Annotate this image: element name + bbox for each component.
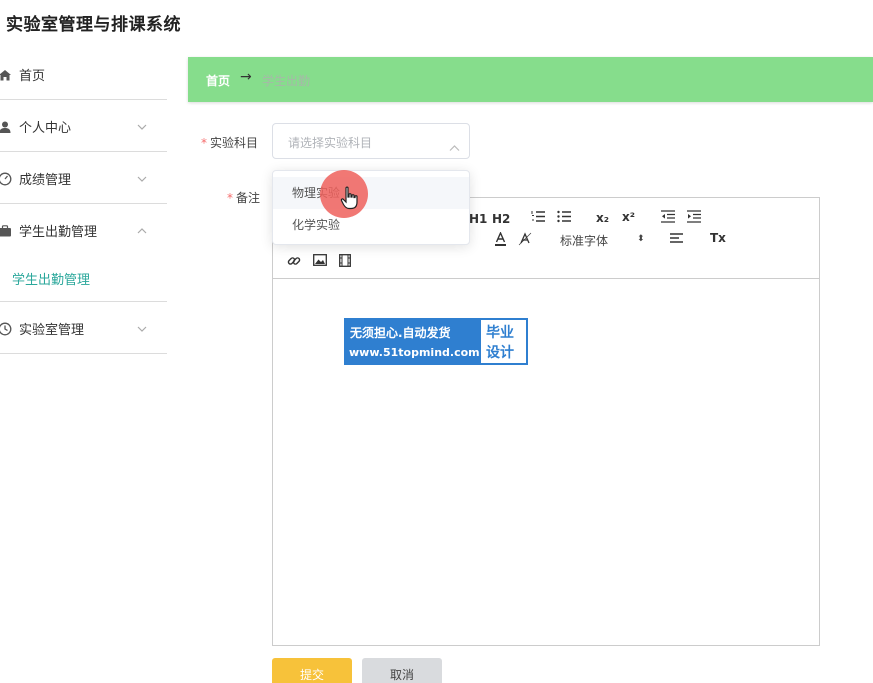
required-mark: * [201, 136, 207, 150]
watermark-line1: 无须担心.自动发货 [350, 326, 451, 340]
ordered-list-icon[interactable] [531, 210, 545, 223]
video-icon[interactable] [339, 254, 351, 267]
subject-label-text: 实验科目 [210, 136, 259, 150]
font-family-select[interactable]: 标准字体 [560, 232, 608, 249]
superscript-button[interactable]: x² [622, 210, 635, 224]
align-icon[interactable] [670, 233, 683, 245]
dropdown-option-chemistry[interactable]: 化学实验 [273, 209, 469, 241]
watermark-badge: 无须担心.自动发货 www.51topmind.com 毕业 设计 [344, 318, 528, 365]
outdent-icon[interactable] [661, 210, 675, 223]
heading1-button[interactable]: H1 [469, 212, 487, 226]
background-color-icon[interactable] [518, 232, 532, 246]
sidebar-subitem-attendance[interactable]: 学生出勤管理 [0, 256, 167, 302]
app-title: 实验室管理与排课系统 [6, 15, 181, 35]
watermark-side-line1: 毕业 [486, 325, 514, 341]
bullet-list-icon[interactable] [557, 210, 571, 223]
font-color-icon[interactable] [494, 232, 507, 246]
font-select-arrow-icon: ⬍ [637, 234, 645, 244]
watermark-side-line2: 设计 [486, 345, 514, 361]
watermark-side: 毕业 设计 [481, 320, 526, 363]
breadcrumb-separator: → [240, 69, 252, 85]
top-bar: 实验室管理与排课系统 [0, 0, 873, 45]
clock-icon [0, 321, 12, 336]
briefcase-icon [0, 223, 12, 237]
sidebar-item-lab[interactable]: 实验室管理 [0, 302, 167, 354]
sidebar-item-label: 首页 [19, 69, 46, 84]
sidebar-item-label: 个人中心 [19, 121, 72, 136]
app-window: 实验室管理与排课系统 首页 个人中心 成绩管理 学生出勤管理 学生出勤管理 实验… [0, 0, 873, 683]
sidebar-item-label: 实验室管理 [19, 323, 85, 338]
watermark-text-block: 无须担心.自动发货 www.51topmind.com [345, 319, 481, 364]
cancel-button[interactable]: 取消 [362, 658, 442, 683]
subject-label: * 实验科目 [201, 134, 258, 151]
required-mark: * [227, 191, 233, 205]
sidebar-item-grades[interactable]: 成绩管理 [0, 152, 167, 204]
sidebar-item-attendance[interactable]: 学生出勤管理 [0, 204, 167, 256]
submit-button[interactable]: 提交 [272, 658, 352, 683]
gauge-icon [0, 171, 12, 186]
sidebar: 首页 个人中心 成绩管理 学生出勤管理 学生出勤管理 实验室管理 [0, 45, 188, 683]
chevron-down-icon [136, 118, 148, 130]
chevron-up-icon [136, 222, 148, 234]
remark-label: * 备注 [227, 189, 260, 206]
home-icon [0, 67, 12, 81]
rich-text-editor: H1 H2 x₂ x² 标准字体 ⬍ Tx [272, 197, 820, 646]
chevron-down-icon [136, 320, 148, 332]
indent-icon[interactable] [687, 210, 701, 223]
remark-label-text: 备注 [236, 191, 261, 205]
sidebar-item-label: 学生出勤管理 [19, 225, 98, 240]
hand-cursor-icon [340, 186, 360, 210]
clear-format-button[interactable]: Tx [710, 231, 726, 245]
subscript-button[interactable]: x₂ [596, 211, 609, 225]
subject-dropdown: 物理实验 化学实验 [272, 170, 470, 245]
sidebar-item-home[interactable]: 首页 [0, 48, 167, 100]
user-icon [0, 119, 12, 133]
subject-select-placeholder: 请选择实验科目 [288, 136, 373, 150]
main-content: 首页 → 学生出勤 * 实验科目 请选择实验科目 * 备注 H1 H2 x₂ x… [188, 45, 873, 683]
image-icon[interactable] [313, 254, 327, 266]
dropdown-option-physics[interactable]: 物理实验 [273, 177, 469, 209]
chevron-up-icon [449, 137, 460, 151]
breadcrumb: 首页 → 学生出勤 [188, 57, 873, 102]
sidebar-subitem-label: 学生出勤管理 [12, 273, 91, 288]
breadcrumb-home-link[interactable]: 首页 [206, 72, 230, 89]
breadcrumb-current: 学生出勤 [262, 74, 311, 88]
watermark-url: www.51topmind.com [349, 346, 480, 359]
sidebar-item-profile[interactable]: 个人中心 [0, 100, 167, 152]
sidebar-item-label: 成绩管理 [19, 173, 72, 188]
heading2-button[interactable]: H2 [492, 212, 510, 226]
subject-select[interactable]: 请选择实验科目 [272, 123, 470, 159]
chevron-down-icon [136, 170, 148, 182]
link-icon[interactable] [287, 254, 301, 268]
